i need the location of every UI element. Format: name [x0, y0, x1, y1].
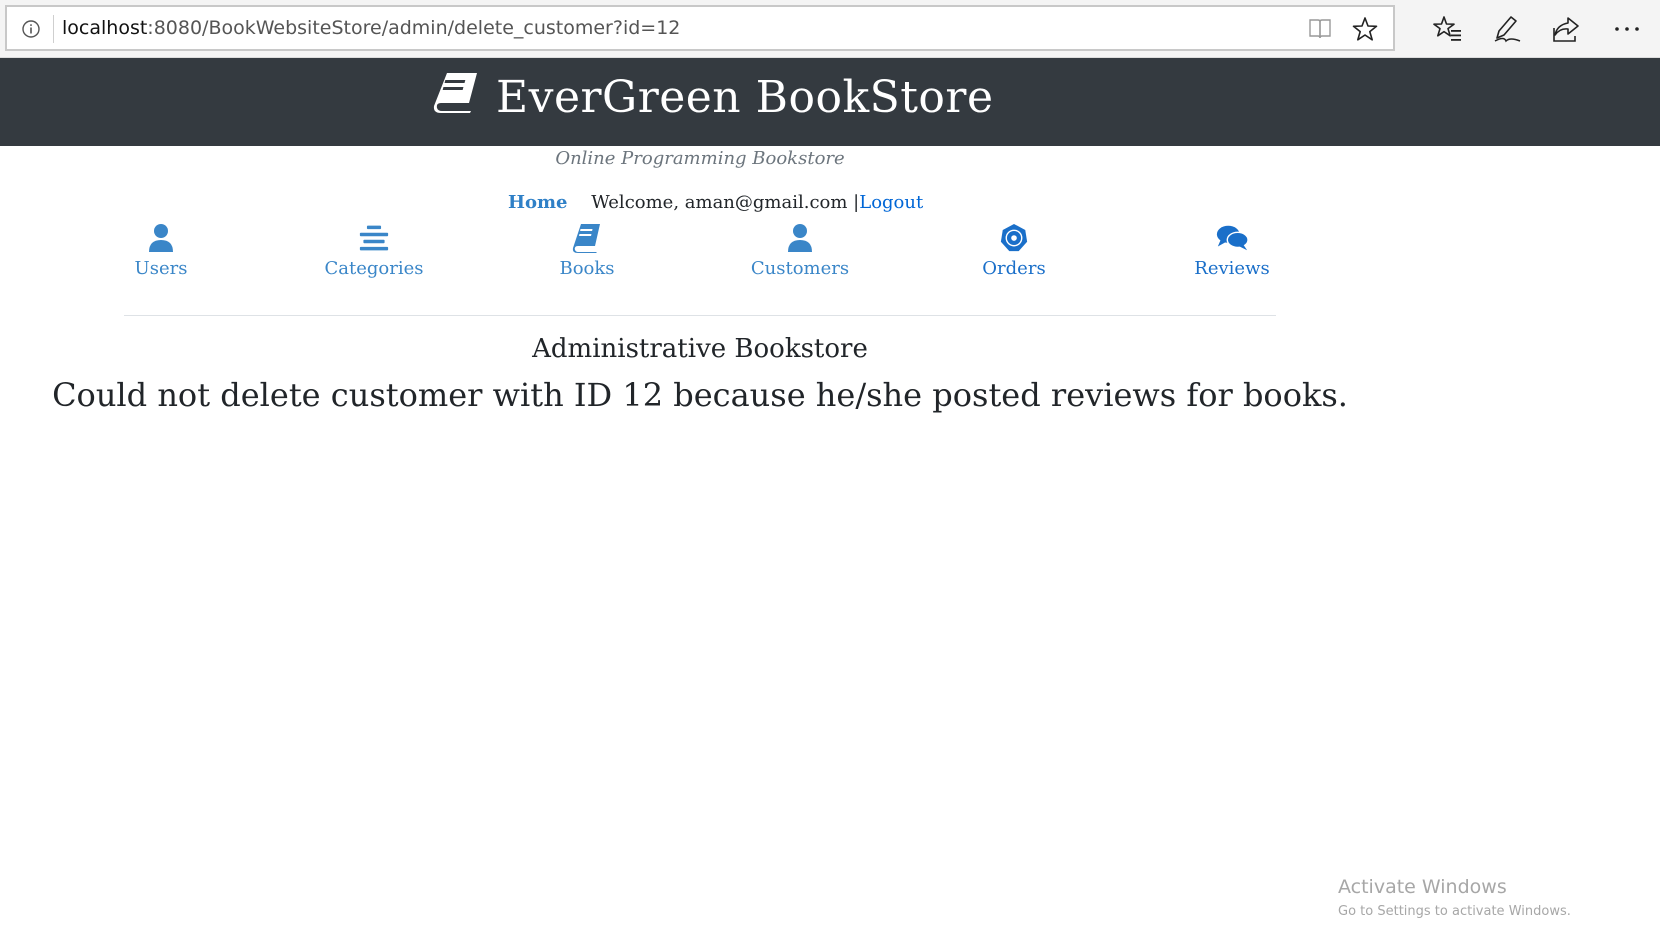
- customer-icon: [788, 224, 812, 252]
- nav-orders[interactable]: Orders: [934, 222, 1094, 279]
- nav-categories[interactable]: Categories: [294, 222, 454, 279]
- orders-icon: [1000, 223, 1028, 252]
- watermark-title: Activate Windows: [1338, 876, 1507, 898]
- home-link[interactable]: Home: [508, 192, 568, 213]
- address-divider: [53, 15, 54, 43]
- nav-users-label: Users: [134, 258, 188, 279]
- divider: [124, 315, 1276, 316]
- comments-icon: [1216, 225, 1249, 251]
- nav-reviews-label: Reviews: [1194, 258, 1270, 279]
- site-header: EverGreen BookStore: [0, 58, 1660, 146]
- favorites-hub-icon[interactable]: [1433, 14, 1463, 44]
- nav-customers[interactable]: Customers: [720, 222, 880, 279]
- categories-icon: [359, 225, 389, 251]
- admin-menu: Users Categories Books Customers Orders …: [0, 222, 1400, 292]
- site-tagline: Online Programming Bookstore: [555, 148, 845, 169]
- url-host: localhost: [62, 17, 148, 39]
- welcome-text: Welcome, aman@gmail.com |: [591, 192, 860, 213]
- nav-users[interactable]: Users: [81, 222, 241, 279]
- address-bar[interactable]: localhost:8080/BookWebsiteStore/admin/de…: [5, 5, 1395, 51]
- favorite-star-icon[interactable]: [1352, 16, 1378, 42]
- page-heading: Administrative Bookstore: [532, 334, 868, 364]
- url-text[interactable]: localhost:8080/BookWebsiteStore/admin/de…: [62, 17, 680, 39]
- url-path: :8080/BookWebsiteStore/admin/delete_cust…: [147, 17, 681, 39]
- nav-orders-label: Orders: [982, 258, 1046, 279]
- browser-toolbar: localhost:8080/BookWebsiteStore/admin/de…: [0, 0, 1660, 58]
- pen-notes-icon[interactable]: [1492, 14, 1522, 44]
- logout-link[interactable]: Logout: [859, 192, 923, 213]
- activate-windows-watermark: Activate Windows Go to Settings to activ…: [1338, 876, 1571, 919]
- nav-books-label: Books: [559, 258, 615, 279]
- user-icon: [149, 224, 173, 252]
- nav-customers-label: Customers: [750, 258, 850, 279]
- nav-reviews[interactable]: Reviews: [1152, 222, 1312, 279]
- share-icon[interactable]: [1551, 14, 1581, 44]
- nav-categories-label: Categories: [324, 258, 424, 279]
- book-icon: [433, 73, 477, 113]
- reading-view-icon[interactable]: [1307, 17, 1333, 41]
- nav-books[interactable]: Books: [507, 222, 667, 279]
- error-message: Could not delete customer with ID 12 bec…: [52, 376, 1348, 414]
- site-title: EverGreen BookStore: [496, 72, 994, 123]
- info-icon[interactable]: [21, 19, 41, 39]
- more-options-icon[interactable]: [1612, 14, 1642, 44]
- user-links: Home Welcome, aman@gmail.com |Logout: [508, 192, 923, 213]
- watermark-subtitle: Go to Settings to activate Windows.: [1338, 904, 1571, 919]
- book-icon: [572, 224, 600, 253]
